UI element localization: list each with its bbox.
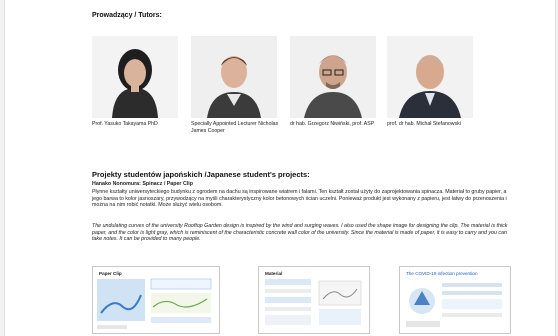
- project-description-en: The undulating curves of the university …: [92, 223, 508, 243]
- projects-heading: Projekty studentów japońskich /Japanese …: [92, 170, 310, 179]
- tutor-name-4: prof. dr hab. Michał Stefanowski: [387, 121, 461, 127]
- document-page: Prowadzący / Tutors: Prof. Yasuko Takaya…: [4, 0, 556, 336]
- slide-3-title: The COVID-19 infection prevention: [406, 271, 478, 276]
- tutor-name-1: Prof. Yasuko Takayama PhD: [92, 121, 158, 127]
- tutor-name-2: Specially Appointed Lecturer Nicholas Ja…: [191, 121, 279, 134]
- tutors-heading: Prowadzący / Tutors:: [92, 12, 162, 19]
- project-slide-3: The COVID-19 infection prevention: [399, 266, 511, 334]
- slide-2-title: Material: [265, 271, 283, 276]
- project-title: Hanako Nonomura: Spinacz / Paper Clip: [92, 181, 193, 187]
- project-slide-2: Material: [258, 266, 370, 334]
- project-description-pl: Płynne kształty uniwersyteckiego budynku…: [92, 189, 507, 209]
- tutor-photo-4: [387, 36, 473, 118]
- tutor-photo-3: [290, 36, 376, 118]
- tutor-photo-1: [92, 36, 178, 118]
- slide-1-title: Paper Clip: [99, 271, 122, 276]
- tutor-name-3: dr hab. Grzegorz Niwiński, prof. ASP: [290, 121, 375, 127]
- project-slide-1: Paper Clip: [92, 266, 220, 334]
- tutor-photo-2: [191, 36, 277, 118]
